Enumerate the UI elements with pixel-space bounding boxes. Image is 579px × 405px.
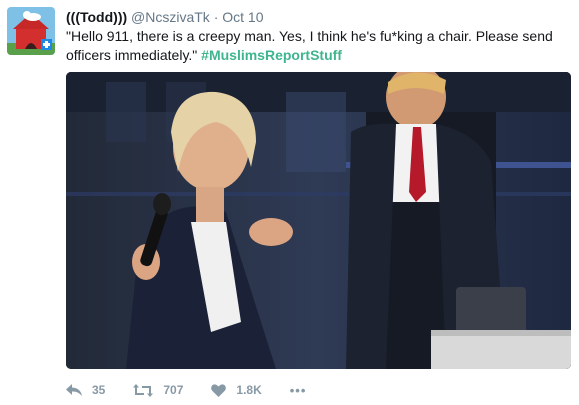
hashtag-link[interactable]: #MuslimsReportStuff [201, 47, 342, 63]
like-button[interactable]: 1.8K [211, 383, 262, 397]
more-button[interactable]: ••• [290, 383, 307, 398]
reply-button[interactable]: 35 [66, 383, 105, 397]
tweet-text: "Hello 911, there is a creepy man. Yes, … [66, 27, 571, 65]
avatar[interactable] [7, 7, 55, 55]
heart-icon [211, 383, 227, 397]
tweet-header: (((Todd))) @NcszivaTk · Oct 10 [66, 8, 264, 26]
reply-icon [66, 383, 82, 396]
retweet-icon [133, 383, 154, 397]
user-handle[interactable]: @NcszivaTk [131, 9, 210, 25]
tweet-media-image[interactable] [66, 72, 571, 369]
tweet-timestamp[interactable]: Oct 10 [222, 9, 263, 25]
retweet-count: 707 [163, 383, 184, 397]
reply-count: 35 [92, 383, 106, 397]
like-count: 1.8K [236, 383, 262, 397]
avatar-doghouse-image [7, 7, 55, 55]
display-name[interactable]: (((Todd))) [66, 9, 127, 25]
meta-separator: · [213, 9, 219, 25]
tweet-actions: 35 707 1.8K ••• [66, 380, 334, 400]
retweet-button[interactable]: 707 [133, 383, 183, 397]
more-dots-icon: ••• [289, 382, 307, 398]
debate-photo [66, 72, 571, 369]
